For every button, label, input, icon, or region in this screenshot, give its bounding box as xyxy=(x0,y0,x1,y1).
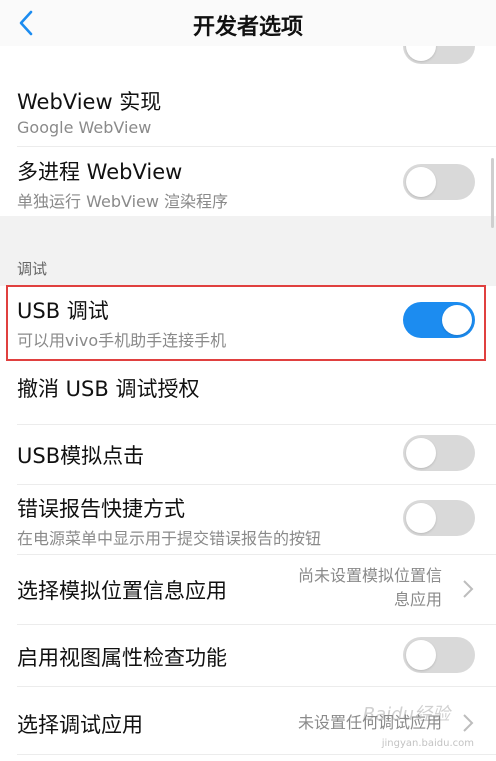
watermark-url: jingyan.baidu.com xyxy=(381,738,474,749)
value-line-1: 尚未设置模拟位置信 xyxy=(297,566,442,585)
row-title: USB模拟点击 xyxy=(17,444,145,468)
row-revoke-usb-auth[interactable]: 撤消 USB 调试授权 xyxy=(0,364,496,414)
row-mock-location-app[interactable]: 选择模拟位置信息应用 尚未设置模拟位置信 息应用 xyxy=(0,555,496,623)
watermark-logo: Baidu经验 xyxy=(362,704,450,725)
multiprocess-webview-toggle[interactable] xyxy=(403,164,475,200)
view-attribute-toggle[interactable] xyxy=(403,637,475,673)
toggle-knob xyxy=(406,503,436,533)
chevron-right-icon xyxy=(463,714,474,732)
cut-off-row xyxy=(0,28,496,82)
mock-location-value: 尚未设置模拟位置信 息应用 xyxy=(298,564,442,612)
toggle-knob xyxy=(406,640,436,670)
bug-report-toggle[interactable] xyxy=(403,500,475,536)
row-title: 选择模拟位置信息应用 xyxy=(17,579,227,603)
row-title: 错误报告快捷方式 xyxy=(17,497,185,521)
row-multiprocess-webview[interactable]: 多进程 WebView 单独运行 WebView 渲染程序 xyxy=(0,148,496,216)
row-webview-implementation[interactable]: WebView 实现 Google WebView xyxy=(0,82,496,148)
row-title: 启用视图属性检查功能 xyxy=(17,646,227,670)
value-line-2: 息应用 xyxy=(393,590,442,609)
divider xyxy=(17,754,496,755)
row-title: 选择调试应用 xyxy=(17,713,143,737)
section-header: 调试 xyxy=(0,216,496,286)
row-title: 多进程 WebView xyxy=(17,160,183,184)
row-title: 撤消 USB 调试授权 xyxy=(17,377,200,401)
toggle-knob xyxy=(406,438,436,468)
row-subtitle: 单独运行 WebView 渲染程序 xyxy=(17,192,229,211)
toggle-knob xyxy=(406,167,436,197)
section-label-debug: 调试 xyxy=(17,260,48,278)
row-view-attribute-inspection[interactable]: 启用视图属性检查功能 xyxy=(0,625,496,685)
row-subtitle: 在电源菜单中显示用于提交错误报告的按钮 xyxy=(17,529,322,548)
row-subtitle: Google WebView xyxy=(17,118,152,137)
chevron-right-icon xyxy=(463,580,474,598)
highlight-box xyxy=(6,285,486,361)
row-usb-simulated-tap[interactable]: USB模拟点击 xyxy=(0,425,496,483)
usb-simulated-tap-toggle[interactable] xyxy=(403,435,475,471)
developer-options-screen: 开发者选项 WebView 实现 Google WebView 多进程 WebV… xyxy=(0,0,496,761)
row-bug-report-shortcut[interactable]: 错误报告快捷方式 在电源菜单中显示用于提交错误报告的按钮 xyxy=(0,485,496,553)
row-title: WebView 实现 xyxy=(17,90,162,114)
title-bar: 开发者选项 xyxy=(0,0,496,46)
scrollbar[interactable] xyxy=(491,158,494,228)
divider xyxy=(17,146,496,147)
page-title: 开发者选项 xyxy=(192,15,303,40)
